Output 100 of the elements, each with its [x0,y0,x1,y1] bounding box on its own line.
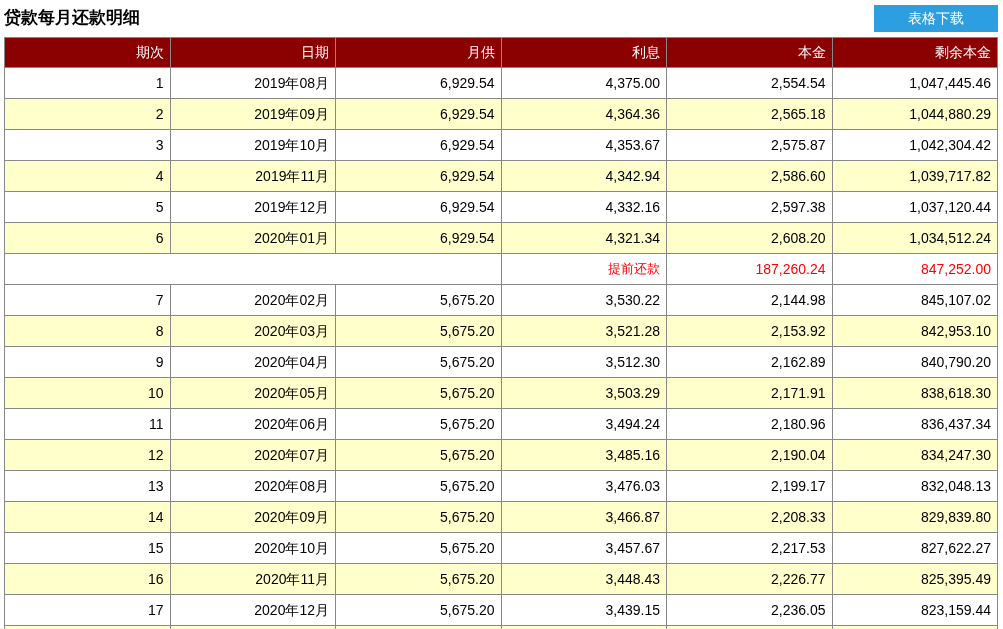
table-cell: 5,675.20 [440,322,495,339]
table-cell: 5,675.20 [440,601,495,618]
table-cell: 2020年12月 [254,601,329,618]
table-cell: 2020年07月 [254,446,329,463]
table-cell: 2019年11月 [255,167,329,184]
table-cell: 836,437.34 [920,415,991,432]
table-cell: 3,530.22 [605,291,660,308]
table-cell: 4,364.36 [605,105,660,122]
table-cell: 840,790.20 [920,353,991,370]
table-cell: 3,476.03 [605,477,660,494]
table-cell: 7 [155,291,164,308]
table-cell: 5,675.20 [440,446,495,463]
table-cell: 842,953.10 [920,322,991,339]
table-cell: 847,252.00 [920,260,991,277]
table-cell: 4,321.34 [605,229,660,246]
table-cell: 1,042,304.42 [909,136,991,153]
table-cell: 2,236.05 [771,601,826,618]
table-cell: 5,675.20 [440,570,495,587]
table-cell: 16 [147,570,164,587]
table-cell: 17 [147,601,164,618]
column-header: 期次 [135,44,164,60]
table-cell: 5,675.20 [440,477,495,494]
table-cell: 5,675.20 [440,291,495,308]
column-header: 剩余本金 [935,44,991,60]
table-cell: 2,586.60 [771,167,826,184]
table-cell: 5,675.20 [440,353,495,370]
table-cell: 3,512.30 [605,353,660,370]
table-cell: 5,675.20 [440,384,495,401]
table-cell: 2019年12月 [254,198,329,215]
table-cell: 2,162.89 [771,353,826,370]
table-cell: 2,565.18 [771,105,826,122]
table-cell: 6,929.54 [440,198,495,215]
table-cell: 2020年09月 [254,508,329,525]
table-cell: 6,929.54 [440,74,495,91]
table-cell: 3,439.15 [605,601,660,618]
table-cell: 2019年09月 [254,105,329,122]
download-button[interactable]: 表格下载 [874,5,998,32]
column-header: 利息 [632,44,660,60]
table-cell: 834,247.30 [920,446,991,463]
table-cell: 15 [147,539,164,556]
table-cell: 2,190.04 [771,446,826,463]
table-cell: 832,048.13 [920,477,991,494]
page-title: 贷款每月还款明细 [4,6,140,29]
table-cell: 1,034,512.24 [909,229,991,246]
table-cell: 827,622.27 [920,539,991,556]
table-cell: 2019年10月 [254,136,329,153]
table-cell: 6,929.54 [440,167,495,184]
table-cell: 2,597.38 [771,198,826,215]
table-cell: 8 [155,322,164,339]
table-cell: 825,395.49 [920,570,991,587]
table-cell: 823,159.44 [920,601,991,618]
table-cell: 2020年03月 [254,322,329,339]
table-cell: 2,180.96 [771,415,826,432]
table-cell: 1,037,120.44 [909,198,991,215]
table-cell: 838,618.30 [920,384,991,401]
table-cell: 2,144.98 [771,291,826,308]
table-cell: 12 [147,446,164,463]
table-cell: 5,675.20 [440,508,495,525]
prepayment-label: 提前还款 [608,261,660,277]
table-cell: 2,171.91 [771,384,826,401]
table-cell: 3,448.43 [605,570,660,587]
table-cell: 845,107.02 [920,291,991,308]
table-cell: 2020年11月 [255,570,329,587]
table-cell: 187,260.24 [755,260,826,277]
table-cell: 3,494.24 [605,415,660,432]
table-cell: 3,521.28 [605,322,660,339]
column-header: 本金 [797,44,826,60]
table-cell: 2,208.33 [771,508,826,525]
table-cell: 6,929.54 [440,229,495,246]
table-cell: 2,575.87 [771,136,826,153]
table-cell: 4,342.94 [605,167,660,184]
table-cell: 1,044,880.29 [909,105,991,122]
table-cell: 5,675.20 [440,539,495,556]
table-cell: 6 [155,229,164,246]
table-cell: 2,226.77 [771,570,826,587]
table-cell: 14 [147,508,164,525]
table-cell: 4,332.16 [605,198,660,215]
table-cell: 1,039,717.82 [909,167,991,184]
table-cell: 2020年01月 [254,229,329,246]
table-cell: 2020年06月 [254,415,329,432]
table-cell: 2,153.92 [771,322,826,339]
table-cell: 3,457.67 [605,539,660,556]
table-cell: 13 [147,477,164,494]
table-cell: 11 [148,415,164,432]
table-cell: 1,047,445.46 [909,74,991,91]
table-cell: 2020年05月 [254,384,329,401]
column-header: 月供 [466,44,495,60]
table-cell: 2,608.20 [771,229,826,246]
table-cell: 2019年08月 [254,74,329,91]
table-cell: 829,839.80 [920,508,991,525]
table-cell: 3,503.29 [605,384,660,401]
table-cell: 4 [155,167,164,184]
table-cell: 6,929.54 [440,105,495,122]
table-cell: 2020年10月 [254,539,329,556]
table-cell: 2020年04月 [254,353,329,370]
table-cell: 2 [155,105,164,122]
table-cell: 5 [155,198,164,215]
table-cell: 2020年02月 [254,291,329,308]
column-header: 日期 [301,44,329,60]
table-cell: 6,929.54 [440,136,495,153]
